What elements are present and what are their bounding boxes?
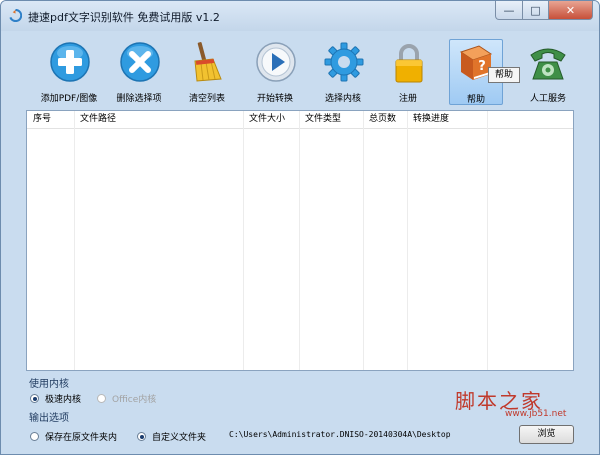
column-header-index[interactable]: 序号 [27, 111, 74, 128]
title-bar[interactable]: 捷速pdf文字识别软件 免费试用版 v1.2 — □ ✕ [1, 1, 599, 31]
play-icon [256, 42, 296, 82]
svg-text:?: ? [478, 59, 486, 74]
clear-list-label: 清空列表 [188, 94, 225, 104]
maximize-button[interactable]: □ [523, 1, 549, 20]
manual-service-label: 人工服务 [529, 94, 566, 104]
column-header-size[interactable]: 文件大小 [243, 111, 299, 128]
lock-icon [395, 44, 423, 83]
minimize-button[interactable]: — [495, 1, 523, 20]
engine-option-office-label: Office内核 [112, 395, 157, 405]
watermark-url: www.jb51.net [505, 409, 567, 419]
column-header-progress[interactable]: 转换进度 [407, 111, 487, 128]
output-path: C:\Users\Administrator.DNISO-20140304A\D… [229, 430, 451, 439]
delete-selected-label: 删除选择项 [116, 94, 162, 104]
start-convert-button[interactable]: 开始转换 [241, 39, 309, 105]
app-logo-icon [9, 9, 22, 22]
clear-list-button[interactable]: 清空列表 [173, 39, 241, 105]
column-divider [363, 111, 364, 370]
browse-button[interactable]: 浏览 [519, 425, 574, 444]
start-convert-label: 开始转换 [256, 94, 293, 104]
gear-icon [324, 42, 364, 82]
phone-icon [530, 48, 566, 80]
column-divider [299, 111, 300, 370]
column-divider [74, 111, 75, 370]
engine-option-office[interactable]: Office内核 [97, 392, 156, 405]
engine-section-label: 使用内核 [29, 379, 69, 390]
add-pdf-image-button[interactable]: 添加PDF/图像 [35, 39, 103, 105]
close-button[interactable]: ✕ [549, 1, 593, 20]
select-engine-label: 选择内核 [324, 94, 361, 104]
watermark: 脚本之家 www.jb51.net [455, 385, 595, 425]
column-header-path[interactable]: 文件路径 [74, 111, 243, 128]
column-header-pages[interactable]: 总页数 [363, 111, 407, 128]
engine-option-fast-label: 极速内核 [45, 395, 82, 405]
output-option-original-label: 保存在原文件夹内 [45, 433, 118, 443]
file-list[interactable]: 序号 文件路径 文件大小 文件类型 总页数 转换进度 [26, 110, 574, 371]
engine-option-fast[interactable]: 极速内核 [30, 392, 81, 405]
select-engine-button[interactable]: 选择内核 [309, 39, 377, 105]
output-section-label: 输出选项 [29, 413, 69, 424]
help-label: 帮助 [466, 95, 485, 105]
broom-icon [194, 42, 222, 82]
column-header-type[interactable]: 文件类型 [299, 111, 363, 128]
column-divider [487, 111, 488, 370]
output-option-original-folder[interactable]: 保存在原文件夹内 [30, 430, 117, 443]
output-option-custom-folder[interactable]: 自定义文件夹 [137, 430, 206, 443]
radio-unselected[interactable] [30, 432, 39, 441]
delete-selected-button[interactable]: 删除选择项 [105, 39, 173, 105]
column-divider [243, 111, 244, 370]
output-option-custom-label: 自定义文件夹 [152, 433, 207, 443]
register-label: 注册 [398, 94, 417, 104]
window-title: 捷速pdf文字识别软件 免费试用版 v1.2 [28, 11, 220, 24]
radio-unselected[interactable] [97, 394, 106, 403]
radio-selected[interactable] [30, 394, 39, 403]
file-list-header: 序号 文件路径 文件大小 文件类型 总页数 转换进度 [27, 111, 573, 129]
register-button[interactable]: 注册 [374, 39, 442, 105]
radio-selected[interactable] [137, 432, 146, 441]
window-controls: — □ ✕ [495, 1, 593, 21]
add-pdf-image-label: 添加PDF/图像 [40, 94, 98, 104]
app-window: 捷速pdf文字识别软件 免费试用版 v1.2 — □ ✕ 添加PDF/图像 删除… [0, 0, 600, 455]
column-divider [407, 111, 408, 370]
help-tooltip: 帮助 [488, 67, 520, 83]
plus-circle-icon [50, 42, 90, 82]
x-circle-icon [120, 42, 160, 82]
